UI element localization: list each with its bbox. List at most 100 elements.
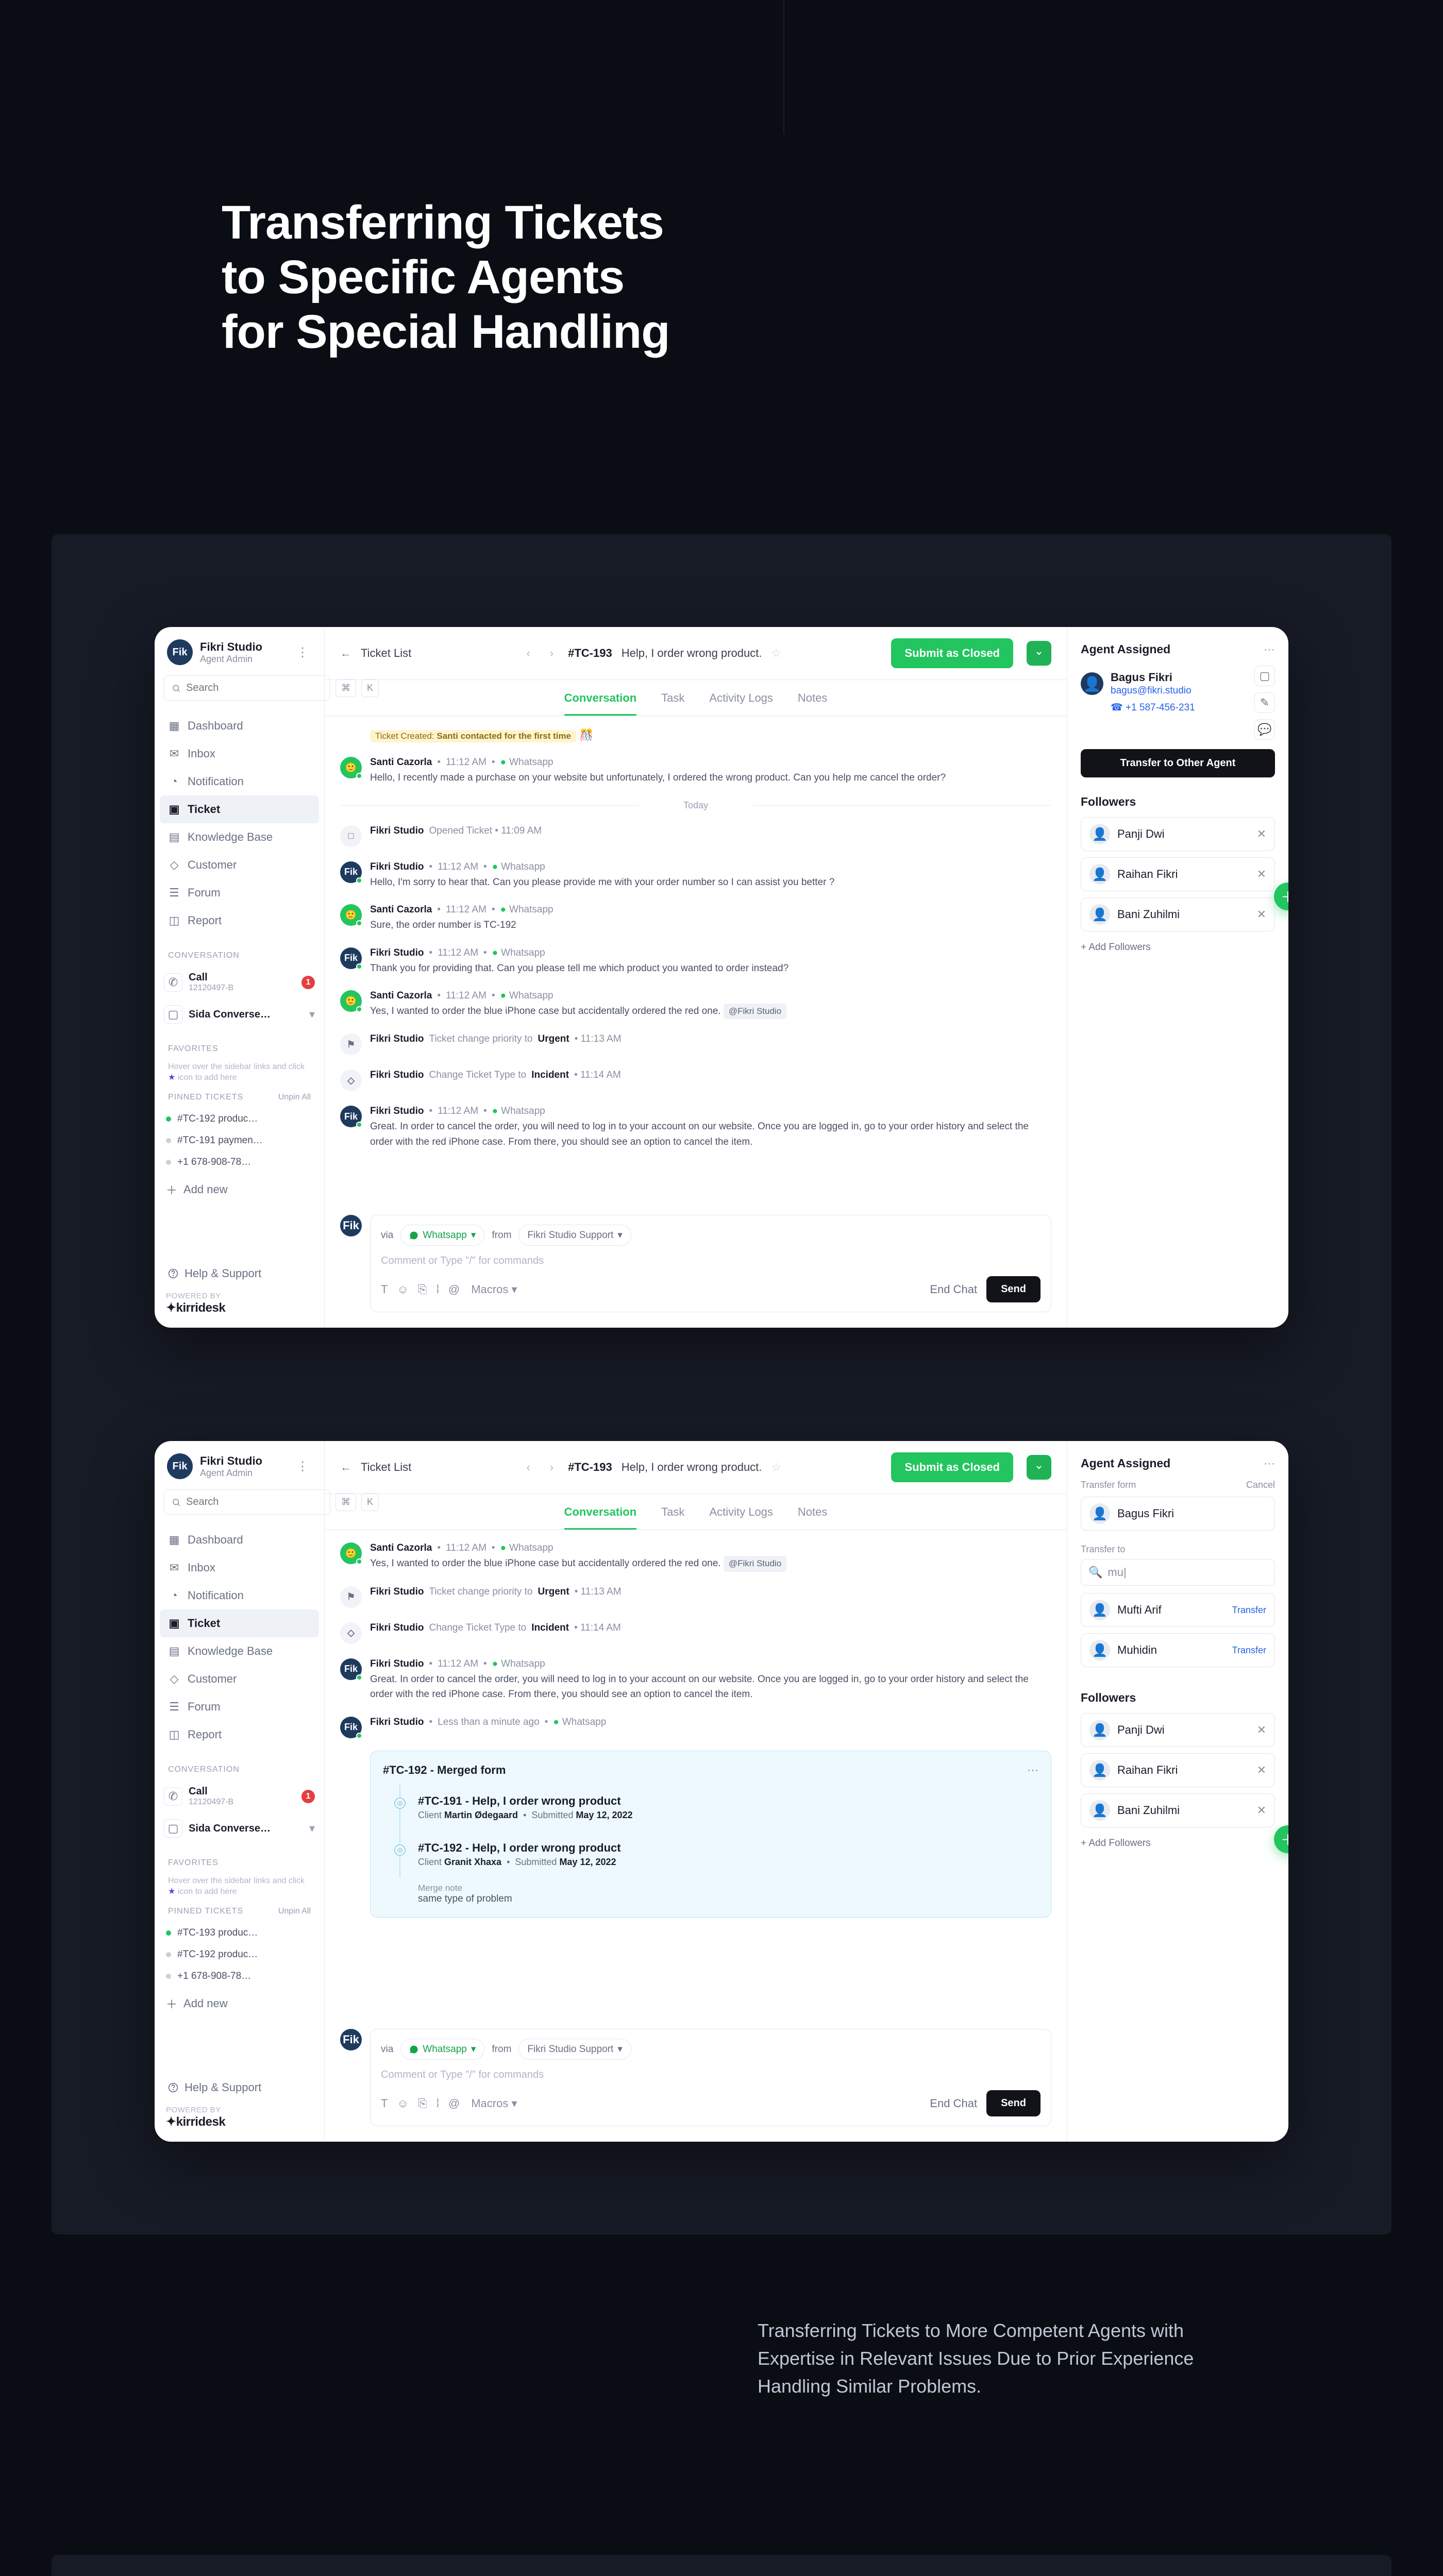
prev-ticket-icon[interactable]: ‹ <box>521 1458 535 1477</box>
sidebar-item-forum[interactable]: ☰Forum <box>160 1693 319 1721</box>
transfer-search-input[interactable]: 🔍mu| <box>1081 1559 1275 1586</box>
conversation-item[interactable]: ✆ Call12120497-B 1 <box>155 965 324 999</box>
sidebar-item-customer[interactable]: ◇Customer <box>160 1665 319 1693</box>
tab-conversation[interactable]: Conversation <box>564 1505 637 1530</box>
emoji-icon[interactable]: ☺ <box>397 1283 408 1296</box>
ticket-list-link[interactable]: Ticket List <box>361 647 411 660</box>
next-ticket-icon[interactable]: › <box>545 1458 559 1477</box>
composer-box[interactable]: via Whatsapp ▾ from Fikri Studio Support… <box>370 1215 1051 1312</box>
attachment-icon[interactable]: ⎘ <box>418 1283 427 1296</box>
tab-task[interactable]: Task <box>661 691 684 716</box>
mention-icon[interactable]: @ <box>448 2097 460 2110</box>
tab-notes[interactable]: Notes <box>798 691 827 716</box>
pinned-ticket[interactable]: +1 678-908-78… <box>155 1965 324 1987</box>
pinned-ticket[interactable]: #TC-193 produc… <box>155 1922 324 1944</box>
send-button[interactable]: Send <box>986 2090 1041 2116</box>
workspace-more-icon[interactable]: ⋮ <box>293 642 312 663</box>
submit-closed-button[interactable]: Submit as Closed <box>891 638 1013 668</box>
expand-icon[interactable]: ▢ <box>1254 666 1275 686</box>
sidebar-item-notification[interactable]: ◔Notification <box>160 768 319 795</box>
attachment-icon[interactable]: ⎘ <box>418 2097 427 2110</box>
help-support[interactable]: Help & Support <box>166 1260 313 1292</box>
tab-task[interactable]: Task <box>661 1505 684 1530</box>
macros-dropdown[interactable]: Macros ▾ <box>471 2097 517 2110</box>
sidebar-item-customer[interactable]: ◇Customer <box>160 851 319 879</box>
sidebar-item-dashboard[interactable]: ▦Dashboard <box>160 712 319 740</box>
from-chip[interactable]: Fikri Studio Support ▾ <box>518 2039 631 2060</box>
submit-closed-button[interactable]: Submit as Closed <box>891 1452 1013 1482</box>
unpin-all[interactable]: Unpin All <box>278 1907 311 1916</box>
transfer-link[interactable]: Transfer <box>1232 1605 1266 1616</box>
ticket-list-link[interactable]: Ticket List <box>361 1461 411 1474</box>
transfer-candidate[interactable]: 👤Mufti ArifTransfer <box>1081 1593 1275 1627</box>
remove-follower-icon[interactable]: ✕ <box>1257 827 1266 841</box>
workspace-header[interactable]: Fik Fikri Studio Agent Admin ⋮ <box>155 1441 324 1489</box>
sidebar-item-knowledge-base[interactable]: ▤Knowledge Base <box>160 1637 319 1665</box>
remove-follower-icon[interactable]: ✕ <box>1257 868 1266 881</box>
mention-tag[interactable]: @Fikri Studio <box>724 1004 786 1019</box>
remove-follower-icon[interactable]: ✕ <box>1257 908 1266 921</box>
submit-dropdown-button[interactable] <box>1027 641 1051 666</box>
tab-activity-logs[interactable]: Activity Logs <box>709 691 773 716</box>
sidebar-item-dashboard[interactable]: ▦Dashboard <box>160 1526 319 1554</box>
conversation-item[interactable]: ▢ Sida Converse… ▾ <box>155 1813 324 1844</box>
star-icon[interactable]: ☆ <box>771 1461 781 1474</box>
search-input[interactable] <box>164 1489 330 1515</box>
text-format-icon[interactable]: T <box>381 2097 388 2110</box>
back-arrow-icon[interactable]: ← <box>340 647 351 660</box>
send-button[interactable]: Send <box>986 1276 1041 1302</box>
composer-box[interactable]: via Whatsapp ▾ from Fikri Studio Support… <box>370 2029 1051 2126</box>
sidebar-item-knowledge-base[interactable]: ▤Knowledge Base <box>160 823 319 851</box>
agent-email[interactable]: bagus@fikri.studio <box>1111 684 1246 697</box>
star-icon[interactable]: ☆ <box>771 647 781 660</box>
workspace-header[interactable]: Fik Fikri Studio Agent Admin ⋮ <box>155 627 324 675</box>
agent-phone[interactable]: ☎ +1 587-456-231 <box>1081 702 1246 714</box>
conversation-item[interactable]: ✆ Call12120497-B 1 <box>155 1780 324 1813</box>
transfer-link[interactable]: Transfer <box>1232 1645 1266 1656</box>
transfer-button[interactable]: Transfer to Other Agent <box>1081 749 1275 777</box>
help-support[interactable]: Help & Support <box>166 2074 313 2106</box>
link-icon[interactable]: 𝄔 <box>437 2097 439 2110</box>
next-ticket-icon[interactable]: › <box>545 643 559 663</box>
pinned-ticket[interactable]: +1 678-908-78… <box>155 1151 324 1173</box>
cancel-transfer[interactable]: Cancel <box>1246 1480 1275 1490</box>
pinned-ticket[interactable]: #TC-192 produc… <box>155 1108 324 1130</box>
workspace-more-icon[interactable]: ⋮ <box>293 1456 312 1477</box>
remove-follower-icon[interactable]: ✕ <box>1257 1723 1266 1737</box>
pinned-ticket[interactable]: #TC-191 paymen… <box>155 1130 324 1151</box>
tab-notes[interactable]: Notes <box>798 1505 827 1530</box>
macros-dropdown[interactable]: Macros ▾ <box>471 1283 517 1296</box>
sidebar-item-inbox[interactable]: ✉Inbox <box>160 740 319 768</box>
back-arrow-icon[interactable]: ← <box>340 1461 351 1474</box>
add-new-pinned[interactable]: ＋ Add new <box>155 1173 324 1206</box>
card-more-icon[interactable]: ⋯ <box>1027 1764 1038 1777</box>
remove-follower-icon[interactable]: ✕ <box>1257 1804 1266 1817</box>
tab-conversation[interactable]: Conversation <box>564 691 637 716</box>
sidebar-item-ticket[interactable]: ▣Ticket <box>160 795 319 823</box>
from-chip[interactable]: Fikri Studio Support ▾ <box>518 1225 631 1246</box>
sidebar-item-inbox[interactable]: ✉Inbox <box>160 1554 319 1582</box>
pinned-ticket[interactable]: #TC-192 produc… <box>155 1944 324 1965</box>
sidebar-item-report[interactable]: ◫Report <box>160 907 319 935</box>
note-icon[interactable]: ✎ <box>1254 692 1275 713</box>
emoji-icon[interactable]: ☺ <box>397 2097 408 2110</box>
sidebar-item-notification[interactable]: ◔Notification <box>160 1582 319 1609</box>
channel-chip[interactable]: Whatsapp ▾ <box>400 1225 484 1246</box>
panel-more-icon[interactable]: ⋯ <box>1264 1457 1275 1470</box>
sidebar-item-forum[interactable]: ☰Forum <box>160 879 319 907</box>
mention-icon[interactable]: @ <box>448 1283 460 1296</box>
mention-tag[interactable]: @Fikri Studio <box>724 1556 786 1571</box>
submit-dropdown-button[interactable] <box>1027 1455 1051 1480</box>
prev-ticket-icon[interactable]: ‹ <box>521 643 535 663</box>
panel-more-icon[interactable]: ⋯ <box>1264 643 1275 656</box>
sidebar-item-ticket[interactable]: ▣Ticket <box>160 1609 319 1637</box>
remove-follower-icon[interactable]: ✕ <box>1257 1764 1266 1777</box>
link-icon[interactable]: 𝄔 <box>437 1283 439 1296</box>
chat-icon[interactable]: 💬 <box>1254 719 1275 740</box>
add-followers[interactable]: + Add Followers <box>1081 938 1275 953</box>
add-new-pinned[interactable]: ＋ Add new <box>155 1987 324 2020</box>
end-chat-button[interactable]: End Chat <box>930 2097 977 2110</box>
end-chat-button[interactable]: End Chat <box>930 1283 977 1296</box>
unpin-all[interactable]: Unpin All <box>278 1093 311 1102</box>
sidebar-item-report[interactable]: ◫Report <box>160 1721 319 1749</box>
